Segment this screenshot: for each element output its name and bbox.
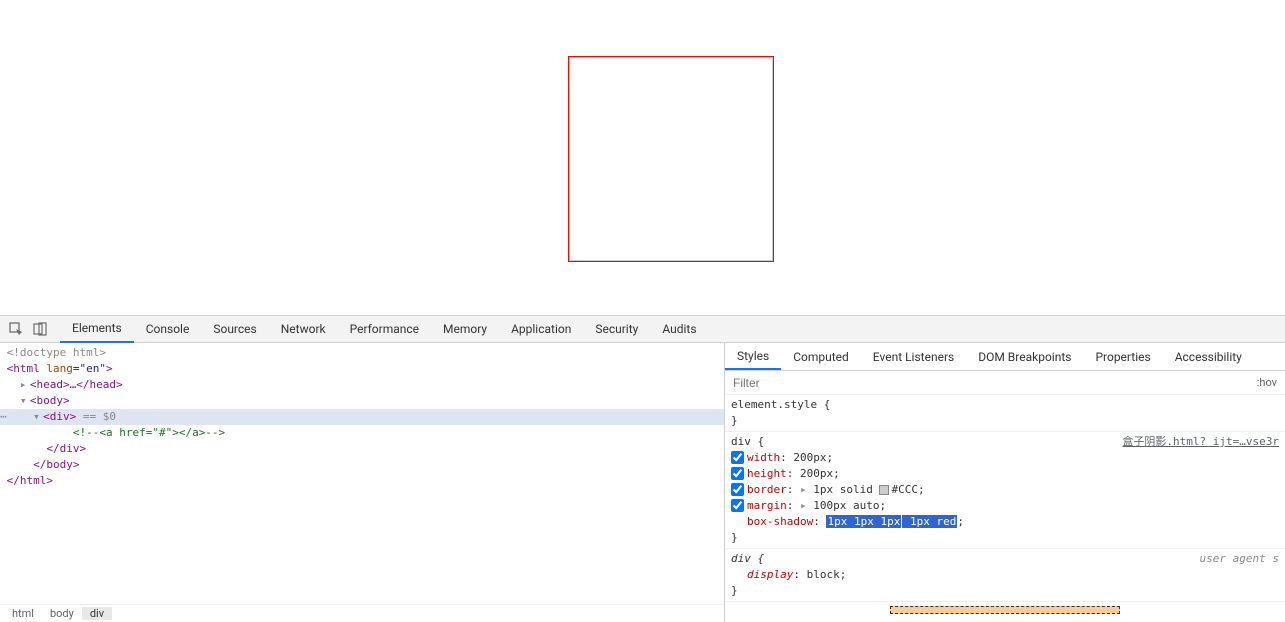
prop-width-toggle[interactable] <box>731 451 744 464</box>
brace-close: } <box>731 583 1279 599</box>
tab-memory[interactable]: Memory <box>431 316 499 343</box>
subtab-computed[interactable]: Computed <box>781 343 861 370</box>
tab-application[interactable]: Application <box>499 316 583 343</box>
subtab-accessibility[interactable]: Accessibility <box>1163 343 1254 370</box>
breadcrumb-html[interactable]: html <box>4 607 42 620</box>
tab-security[interactable]: Security <box>583 316 650 343</box>
tab-performance[interactable]: Performance <box>338 316 431 343</box>
prop-border[interactable]: border: ▸ 1px solid #CCC; <box>731 482 1279 498</box>
rule-div[interactable]: 盒子阴影.html? ijt=…vse3r div { width: 200px… <box>725 432 1285 549</box>
styles-filter-input[interactable] <box>725 376 1249 390</box>
dom-div-close: </div> <box>46 442 86 455</box>
subtab-properties[interactable]: Properties <box>1083 343 1162 370</box>
prop-display: display: block; <box>731 567 1279 583</box>
prop-border-toggle[interactable] <box>731 483 744 496</box>
subtab-styles[interactable]: Styles <box>725 343 781 370</box>
box-shadow-edit-input[interactable]: 1px 1px 1px 1px red <box>826 515 957 528</box>
breadcrumb-body[interactable]: body <box>42 607 82 620</box>
device-toolbar-icon[interactable] <box>28 317 52 341</box>
tab-console[interactable]: Console <box>134 316 202 343</box>
subtab-event-listeners[interactable]: Event Listeners <box>861 343 966 370</box>
dom-tree[interactable]: <!doctype html> <html lang="en"> ▸<head>… <box>0 343 724 604</box>
dom-body-open[interactable]: <body> <box>30 394 70 407</box>
dom-head[interactable]: <head>…</head> <box>30 378 123 391</box>
prop-margin[interactable]: margin: ▸ 100px auto; <box>731 498 1279 514</box>
dom-html-close: </html> <box>7 474 53 487</box>
subtab-dom-breakpoints[interactable]: DOM Breakpoints <box>966 343 1083 370</box>
prop-box-shadow[interactable]: box-shadow: 1px 1px 1px 1px red; <box>731 514 1279 530</box>
breadcrumbs: html body div <box>0 604 724 622</box>
prop-width[interactable]: width: 200px; <box>731 450 1279 466</box>
selector-element-style: element.style { <box>731 397 1279 413</box>
source-link[interactable]: 盒子阴影.html? ijt=…vse3r <box>1122 434 1279 450</box>
page-preview <box>0 0 1285 315</box>
inspect-element-icon[interactable] <box>4 317 28 341</box>
box-model-preview[interactable] <box>725 602 1285 616</box>
dom-comment: <!--<a href="#"></a>--> <box>73 426 225 439</box>
dom-doctype: <!doctype html> <box>7 346 106 359</box>
breadcrumb-div[interactable]: div <box>82 607 112 620</box>
hov-toggle[interactable]: :hov <box>1249 376 1285 389</box>
devtools-main-tabbar: Elements Console Sources Network Perform… <box>0 315 1285 343</box>
tab-sources[interactable]: Sources <box>201 316 268 343</box>
user-agent-label: user agent s <box>1200 551 1279 567</box>
rule-element-style[interactable]: element.style { } <box>725 395 1285 432</box>
preview-div-red-box <box>569 57 773 261</box>
brace-close: } <box>731 530 1279 546</box>
selector-ua-div: div { <box>731 551 1279 567</box>
dom-selected-div[interactable]: ⋯ ▾<div> == $0 <box>0 409 724 425</box>
prop-height[interactable]: height: 200px; <box>731 466 1279 482</box>
rule-user-agent: user agent s div { display: block; } <box>725 549 1285 602</box>
prop-margin-toggle[interactable] <box>731 499 744 512</box>
tab-audits[interactable]: Audits <box>650 316 708 343</box>
dom-body-close: </body> <box>33 458 79 471</box>
prop-height-toggle[interactable] <box>731 467 744 480</box>
brace-close: } <box>731 413 1279 429</box>
styles-subtabs: Styles Computed Event Listeners DOM Brea… <box>725 343 1285 371</box>
tab-elements[interactable]: Elements <box>60 316 134 343</box>
tab-network[interactable]: Network <box>269 316 338 343</box>
color-swatch-icon[interactable] <box>879 485 889 495</box>
